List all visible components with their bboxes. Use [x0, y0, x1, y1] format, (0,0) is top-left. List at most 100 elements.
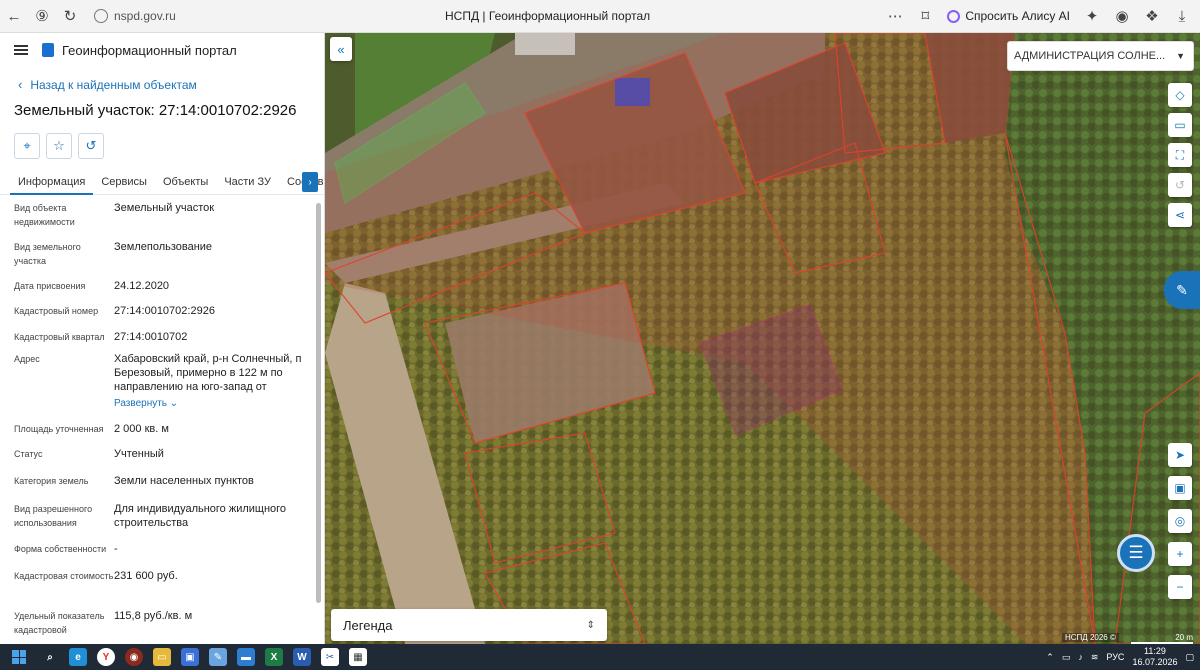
tab-information[interactable]: Информация: [10, 169, 94, 195]
alice-button[interactable]: Спросить Алису AI: [941, 9, 1076, 23]
language-indicator[interactable]: РУС: [1106, 652, 1124, 662]
back-icon[interactable]: ←: [0, 2, 28, 30]
legend-label: Легенда: [343, 617, 393, 633]
yandex-browser-icon[interactable]: Y: [97, 648, 115, 666]
field-value: 27:14:0010702:2926: [114, 305, 215, 317]
chevron-down-icon: ⌄: [169, 398, 179, 409]
field-row: Дата присвоения 24.12.2020: [0, 279, 312, 304]
snipping-icon[interactable]: ✂: [321, 648, 339, 666]
back-label: Назад к найденным объектам: [30, 77, 197, 92]
volume-icon[interactable]: ♪: [1078, 652, 1083, 662]
share-icon[interactable]: ⋖: [1168, 203, 1192, 227]
field-value: Хабаровский край, р-н Солнечный, п Берез…: [114, 353, 302, 393]
layers-icon[interactable]: ◇: [1168, 83, 1192, 107]
tab-bar: Информация Сервисы Объекты Части ЗУ Сост…: [0, 169, 324, 195]
extension-icon[interactable]: ◉: [1108, 2, 1136, 30]
folder-icon[interactable]: ▭: [153, 648, 171, 666]
field-row: Площадь уточненная 2 000 кв. м: [0, 422, 312, 447]
windows-start-icon[interactable]: [12, 650, 26, 664]
field-label: Вид разрешенного использования: [14, 504, 93, 528]
field-row: Адрес Хабаровский край, р-н Солнечный, п…: [0, 352, 312, 422]
reload-icon[interactable]: ↻: [56, 2, 84, 30]
chat-icon[interactable]: ☰: [1117, 534, 1155, 572]
field-value: Для индивидуального жилищного строительс…: [114, 503, 287, 529]
network-icon[interactable]: ▭: [1062, 652, 1071, 663]
info-fields: Вид объекта недвижимости Земельный участ…: [0, 201, 312, 639]
more-icon[interactable]: ⋯: [881, 2, 909, 30]
clock[interactable]: 11:29 16.07.2026: [1132, 646, 1177, 668]
tab-services[interactable]: Сервисы: [93, 169, 155, 195]
site-info-icon[interactable]: [94, 9, 108, 23]
field-value: 231 600 руб.: [114, 570, 178, 582]
alice-label: Спросить Алису AI: [965, 9, 1070, 23]
word-icon[interactable]: W: [293, 648, 311, 666]
bookmark-icon[interactable]: ⌑: [911, 2, 939, 30]
field-row: Форма собственности -: [0, 542, 312, 569]
edge-icon[interactable]: e: [69, 648, 87, 666]
geolocation-icon[interactable]: ◎: [1168, 509, 1192, 533]
info-panel: Геоинформационный портал ‹ Назад к найде…: [0, 33, 325, 644]
field-value: 24.12.2020: [114, 280, 170, 292]
address-bar[interactable]: nspd.gov.ru: [88, 4, 182, 28]
search-map-icon[interactable]: ⌖: [14, 133, 40, 159]
chevron-up-icon[interactable]: ⌃: [1046, 652, 1054, 663]
url-text: nspd.gov.ru: [114, 9, 176, 23]
select-area-icon[interactable]: ⛶: [1168, 143, 1192, 167]
field-row: Кадастровая стоимость 231 600 руб.: [0, 569, 312, 609]
store-icon[interactable]: ▣: [181, 648, 199, 666]
minimap-icon[interactable]: ▣: [1168, 476, 1192, 500]
system-tray: ⌃ ▭ ♪ ≋ РУС 11:29 16.07.2026 ▢: [1046, 646, 1194, 668]
zoom-out-icon[interactable]: −: [1168, 575, 1192, 599]
browser-toolbar: ← ⑨ ↻ nspd.gov.ru НСПД | Геоинформационн…: [0, 0, 1200, 33]
excel-icon[interactable]: X: [265, 648, 283, 666]
chevron-down-icon: ▼: [1176, 51, 1185, 61]
page-title: НСПД | Геоинформационный портал: [445, 9, 651, 23]
download-icon[interactable]: ⤓: [1168, 2, 1196, 30]
field-row: Статус Учтенный: [0, 447, 312, 474]
location-arrow-icon[interactable]: ➤: [1168, 443, 1192, 467]
map-view[interactable]: « АДМИНИСТРАЦИЯ СОЛНЕ... ▼ ◇ ▭ ⛶ ↺ ⋖ ✎ ➤…: [325, 33, 1200, 644]
field-label: Категория земель: [14, 476, 89, 486]
menu-icon[interactable]: [14, 45, 28, 55]
tab-objects[interactable]: Объекты: [155, 169, 216, 195]
field-label: Вид объекта недвижимости: [14, 203, 75, 227]
zoom-in-icon[interactable]: +: [1168, 542, 1192, 566]
favorite-star-icon[interactable]: ☆: [46, 133, 72, 159]
panel-scrollbar[interactable]: [316, 203, 321, 603]
ai-icon[interactable]: ✦: [1078, 2, 1106, 30]
field-row: Вид объекта недвижимости Земельный участ…: [0, 201, 312, 240]
expand-address-link[interactable]: Развернуть ⌄: [114, 397, 312, 411]
assistant-icon[interactable]: ✎: [1164, 271, 1200, 309]
extension-2-icon[interactable]: ❖: [1138, 2, 1166, 30]
field-label: Кадастровая стоимость: [14, 571, 114, 581]
calendar-icon[interactable]: ▦: [349, 648, 367, 666]
field-label: Кадастровый номер: [14, 306, 99, 316]
map-toolbar-bottom: ➤ ▣ ◎ + −: [1168, 443, 1192, 599]
collapse-panel-button[interactable]: «: [330, 37, 352, 61]
yandex-icon[interactable]: ⑨: [28, 2, 56, 30]
field-label: Адрес: [14, 354, 40, 364]
history-icon[interactable]: ↺: [78, 133, 104, 159]
tab-parts[interactable]: Части ЗУ: [216, 169, 279, 195]
app-icon[interactable]: ◉: [125, 648, 143, 666]
notifications-icon[interactable]: ▢: [1185, 652, 1194, 663]
clock-date: 16.07.2026: [1132, 657, 1178, 667]
notes-icon[interactable]: ✎: [209, 648, 227, 666]
search-icon[interactable]: ⌕: [41, 648, 59, 666]
administration-select[interactable]: АДМИНИСТРАЦИЯ СОЛНЕ... ▼: [1007, 41, 1194, 71]
history-icon[interactable]: ↺: [1168, 173, 1192, 197]
expand-label: Развернуть: [114, 398, 168, 409]
photos-icon[interactable]: ▬: [237, 648, 255, 666]
wifi-icon[interactable]: ≋: [1091, 652, 1099, 663]
ruler-icon[interactable]: ▭: [1168, 113, 1192, 137]
legend-dropdown[interactable]: Легенда ⇕: [331, 609, 607, 641]
field-value: Землепользование: [114, 241, 213, 253]
portal-logo-icon: [42, 43, 54, 57]
expand-icon: ⇕: [586, 619, 595, 631]
back-to-results-link[interactable]: ‹ Назад к найденным объектам: [18, 77, 324, 92]
field-label: Дата присвоения: [14, 281, 86, 291]
portal-title: Геоинформационный портал: [62, 42, 237, 58]
field-row: Кадастровый номер 27:14:0010702:2926: [0, 304, 312, 330]
field-label: Кадастровый квартал: [14, 332, 105, 342]
tabs-next-icon[interactable]: ›: [302, 172, 318, 192]
